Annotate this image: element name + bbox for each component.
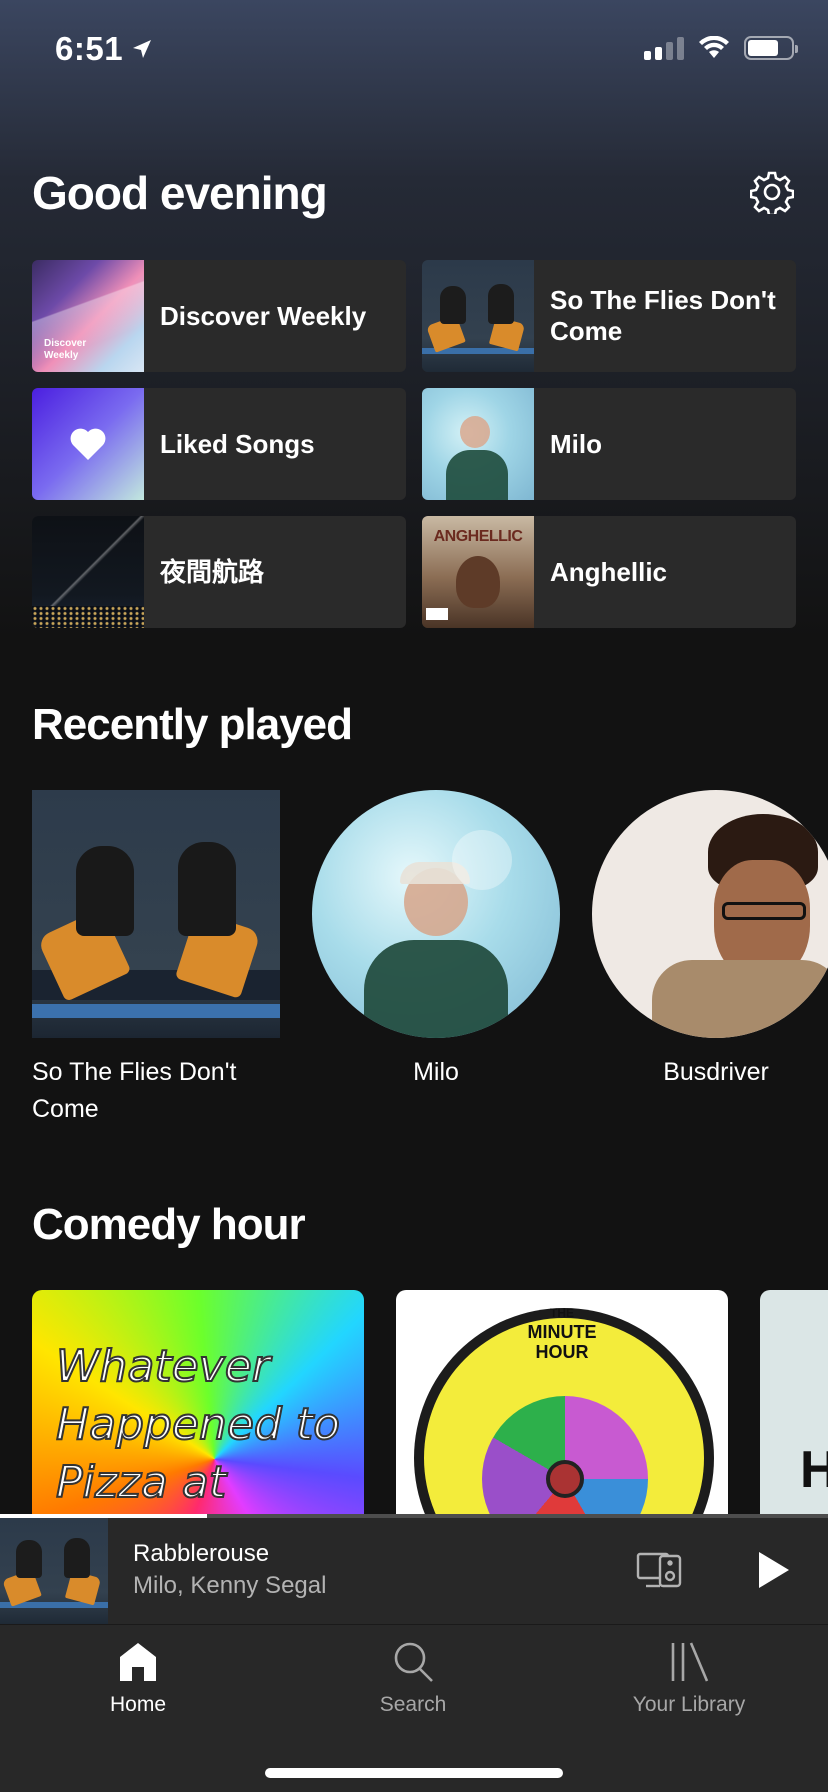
comedy-card-third[interactable]: HA: [760, 1290, 828, 1515]
tab-label: Search: [379, 1693, 447, 1716]
discover-weekly-art: Discover Weekly: [32, 260, 144, 372]
so-the-flies-cover: [32, 790, 280, 1038]
recent-item-milo[interactable]: Milo: [312, 790, 560, 1130]
anghellic-art: ANGHELLIC: [422, 516, 534, 628]
search-icon: [394, 1642, 433, 1682]
shortcut-label: Discover Weekly: [160, 300, 367, 331]
play-icon[interactable]: [755, 1550, 791, 1590]
tab-your-library[interactable]: Your Library: [589, 1639, 789, 1717]
location-arrow-icon: [133, 40, 152, 58]
recent-item-so-the-flies[interactable]: So The Flies Don't Come: [32, 790, 280, 1130]
milo-art: [422, 388, 534, 500]
tab-search[interactable]: Search: [313, 1639, 513, 1717]
milo-cover: [312, 790, 560, 1038]
playback-progress: [0, 1514, 828, 1518]
liked-songs-art: [32, 388, 144, 500]
shortcut-anghellic[interactable]: ANGHELLIC Anghellic: [422, 516, 796, 628]
cellular-signal-icon: [644, 36, 684, 60]
wifi-icon: [699, 36, 729, 58]
comedy-card-minute-hour[interactable]: THE MINUTE HOUR: [396, 1290, 728, 1515]
minute-hour-art-main: MINUTE HOUR: [527, 1322, 597, 1362]
recently-played-title: Recently played: [32, 700, 353, 749]
shortcut-label: 夜間航路: [160, 556, 265, 587]
busdriver-cover: [592, 790, 828, 1038]
anghellic-art-text: ANGHELLIC: [433, 528, 523, 545]
now-playing-art: [0, 1518, 108, 1624]
connect-devices-icon[interactable]: [636, 1550, 684, 1590]
battery-icon: [744, 36, 798, 60]
comedy-card-pizza-text: Whatever Happened to Pizza at: [55, 1340, 341, 1509]
shortcut-liked-songs[interactable]: Liked Songs: [32, 388, 406, 500]
tab-home[interactable]: Home: [38, 1639, 238, 1717]
status-bar: 6:51: [0, 0, 828, 100]
comedy-card-pizza[interactable]: Whatever Happened to Pizza at: [32, 1290, 364, 1515]
shortcut-label: Milo: [550, 428, 602, 459]
shortcut-label: So The Flies Don't Come: [550, 285, 776, 346]
shortcut-yakan-koro[interactable]: 夜間航路: [32, 516, 406, 628]
home-indicator: [265, 1768, 563, 1778]
bottom-tab-bar: Home Search Your Library: [0, 1624, 828, 1792]
status-time: 6:51: [55, 30, 124, 67]
comedy-hour-row: Whatever Happened to Pizza at THE MINUTE…: [32, 1290, 828, 1515]
shortcut-so-the-flies[interactable]: So The Flies Don't Come: [422, 260, 796, 372]
shortcut-grid: Discover Weekly Discover Weekly So The F…: [32, 260, 796, 628]
recent-item-label: Busdriver: [663, 1058, 769, 1086]
recently-played-row: So The Flies Don't Come Milo Busdriver: [32, 790, 828, 1130]
recent-item-busdriver[interactable]: Busdriver: [592, 790, 828, 1130]
now-playing-artist: Milo, Kenny Segal: [133, 1572, 327, 1599]
status-indicators: [644, 36, 798, 60]
library-icon: [671, 1642, 709, 1682]
shortcut-discover-weekly[interactable]: Discover Weekly Discover Weekly: [32, 260, 406, 372]
recent-item-label: So The Flies Don't Come: [32, 1058, 237, 1123]
discover-weekly-art-text: Discover Weekly: [44, 338, 87, 361]
comedy-card-third-text: HA: [800, 1441, 828, 1499]
minute-hour-art-top: THE: [550, 1306, 574, 1320]
so-the-flies-art: [422, 260, 534, 372]
gear-icon[interactable]: [750, 170, 794, 214]
home-icon: [120, 1643, 156, 1681]
yakan-koro-art: [32, 516, 144, 628]
recent-item-label: Milo: [413, 1058, 459, 1086]
tab-label: Home: [109, 1693, 167, 1716]
heart-icon: [70, 428, 106, 460]
mini-player[interactable]: Rabblerouse Milo, Kenny Segal: [0, 1514, 828, 1624]
status-time-group: 6:51: [55, 30, 153, 68]
shortcut-milo[interactable]: Milo: [422, 388, 796, 500]
comedy-hour-title: Comedy hour: [32, 1200, 306, 1249]
tab-label: Your Library: [632, 1693, 746, 1716]
shortcut-label: Anghellic: [550, 556, 668, 587]
now-playing-title: Rabblerouse: [133, 1540, 270, 1567]
shortcut-label: Liked Songs: [160, 428, 315, 459]
page-title: Good evening: [32, 167, 328, 219]
